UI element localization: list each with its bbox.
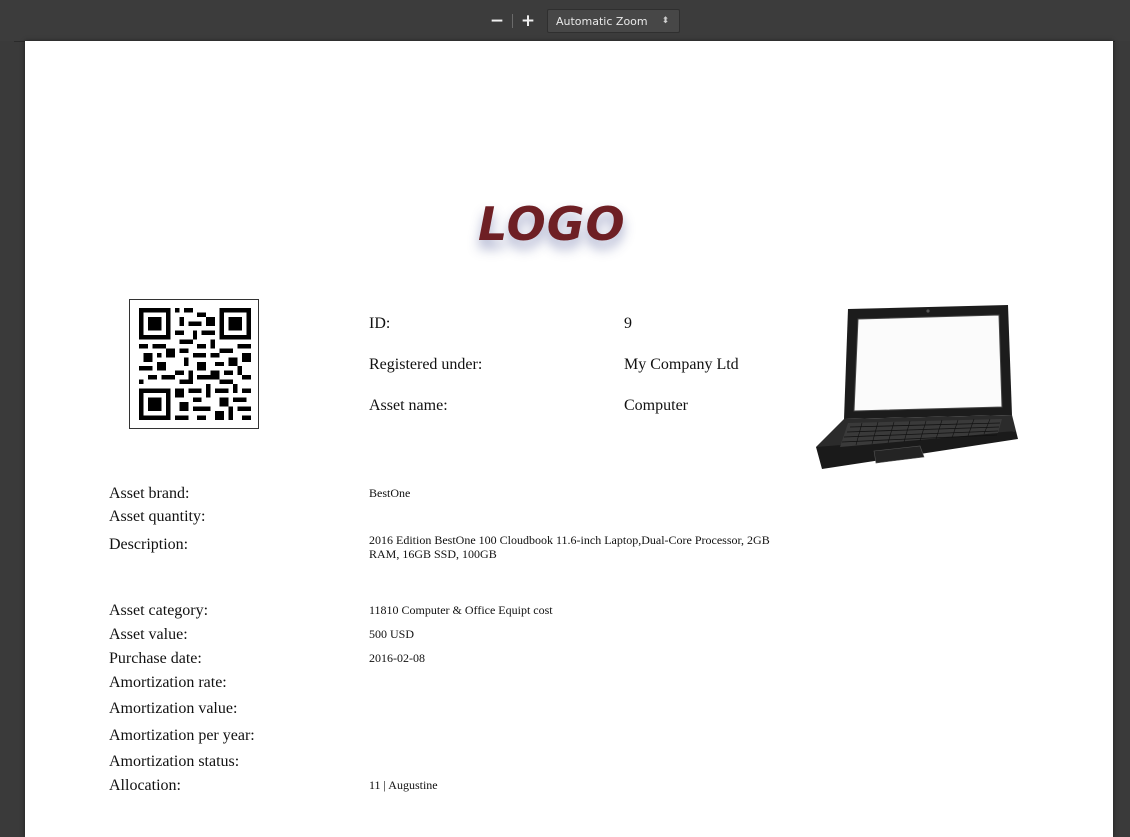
asset-name-row: Asset name: Computer [369,397,789,438]
asset-id-block: ID: 9 Registered under: My Company Ltd A… [369,315,789,438]
asset-category-value: 11810 Computer & Office Equipt cost [369,603,553,617]
laptop-image [802,297,1024,487]
qr-code [129,299,259,429]
zoom-out-icon: − [489,11,505,31]
toolbar-separator [512,14,513,28]
asset-value-value: 500 USD [369,627,415,641]
description-label: Description: [109,536,189,553]
amortization-status-label: Amortization status: [109,753,240,770]
amortization-per-year-label: Amortization per year: [109,727,255,744]
chevron-updown-icon: ⬍ [661,16,670,26]
id-row: ID: 9 [369,315,789,356]
asset-name-label: Asset name: [369,397,448,414]
asset-brand-label: Asset brand: [109,485,190,502]
zoom-in-icon: + [520,11,536,31]
zoom-in-button[interactable]: + [515,10,541,32]
asset-brand-value: BestOne [369,486,411,500]
viewer-margin-left [0,41,14,837]
asset-name-value: Computer [624,397,688,414]
asset-quantity-label: Asset quantity: [109,508,206,525]
amortization-value-label: Amortization value: [109,700,238,717]
viewer-margin-right [1115,41,1130,837]
amortization-rate-label: Amortization rate: [109,674,227,691]
purchase-date-label: Purchase date: [109,650,202,667]
asset-category-label: Asset category: [109,602,209,619]
zoom-out-button[interactable]: − [484,10,510,32]
id-label: ID: [369,315,391,332]
allocation-label: Allocation: [109,777,181,794]
zoom-controls: − + Automatic Zoom ⬍ [484,9,681,33]
registered-under-label: Registered under: [369,356,483,373]
description-value: 2016 Edition BestOne 100 Cloudbook 11.6-… [369,533,770,561]
registered-under-value: My Company Ltd [624,356,739,373]
zoom-select-label: Automatic Zoom [556,14,648,28]
asset-value-label: Asset value: [109,626,188,643]
pdf-toolbar: − + Automatic Zoom ⬍ [0,0,1130,42]
allocation-value: 11 | Augustine [369,778,438,792]
registered-under-row: Registered under: My Company Ltd [369,356,789,397]
zoom-select[interactable]: Automatic Zoom ⬍ [547,9,681,33]
id-value: 9 [624,315,632,332]
purchase-date-value: 2016-02-08 [369,651,425,665]
document-page: LOGO ID: 9 Registered under: My Company … [25,41,1113,837]
company-logo: LOGO [478,197,626,251]
qr-code-icon [139,308,251,420]
